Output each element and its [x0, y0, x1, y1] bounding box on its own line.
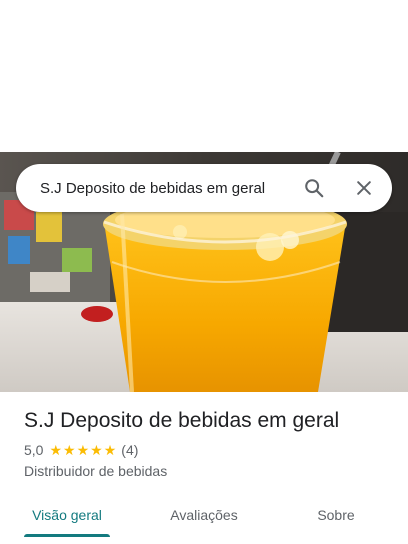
- place-category[interactable]: Distribuidor de bebidas: [24, 463, 394, 479]
- star-icon: ★: [63, 442, 76, 458]
- rating-stars: ★ ★ ★ ★ ★: [49, 443, 116, 457]
- search-input[interactable]: S.J Deposito de bebidas em geral: [16, 180, 294, 197]
- tab-reviews[interactable]: Avaliações: [156, 494, 252, 536]
- review-count[interactable]: (4): [121, 442, 138, 458]
- star-icon: ★: [103, 442, 117, 458]
- place-info: S.J Deposito de bebidas em geral 5,0 ★ ★…: [24, 406, 394, 479]
- search-icon[interactable]: [294, 168, 334, 208]
- rating-value: 5,0: [24, 442, 44, 458]
- star-icon: ★: [76, 442, 90, 458]
- tab-overview[interactable]: Visão geral: [24, 494, 110, 536]
- map-blank-area: [0, 0, 408, 152]
- tab-about[interactable]: Sobre: [306, 494, 366, 536]
- tab-bar: Visão geral Avaliações Sobre: [0, 494, 408, 538]
- active-tab-indicator: [24, 534, 110, 537]
- close-icon[interactable]: [344, 168, 384, 208]
- rating-row[interactable]: 5,0 ★ ★ ★ ★ ★ (4): [24, 442, 394, 458]
- place-title: S.J Deposito de bebidas em geral: [24, 409, 340, 432]
- search-bar[interactable]: S.J Deposito de bebidas em geral: [16, 164, 392, 212]
- star-icon: ★: [90, 442, 103, 458]
- star-icon: ★: [49, 442, 63, 458]
